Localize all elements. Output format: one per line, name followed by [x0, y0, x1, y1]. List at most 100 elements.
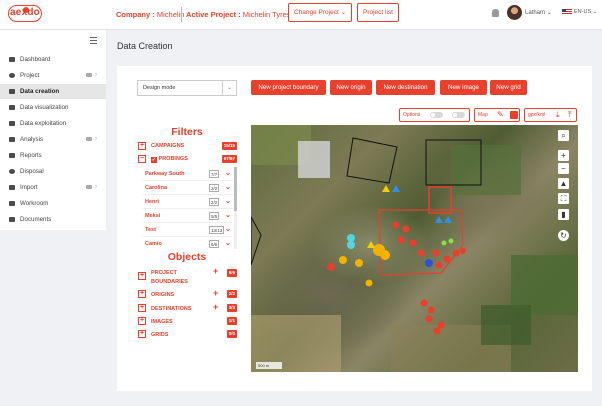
chevron-right-icon: › [95, 184, 97, 190]
data-creation-icon [9, 89, 15, 94]
options-toggle-2[interactable] [452, 112, 465, 118]
gpx-control: gpx/kml ⤓ ⤒ [524, 108, 577, 122]
expand-icon[interactable]: + [138, 142, 146, 150]
probings-count-badge: 67/67 [221, 155, 237, 163]
fullscreen-icon[interactable]: ⛶ [558, 193, 569, 204]
sidebar-item-reports[interactable]: Reports [0, 148, 106, 163]
upload-icon[interactable]: ⤒ [568, 111, 576, 119]
chevron-down-icon[interactable]: ⌄ [225, 239, 231, 247]
sidebar-item-data-exploitation[interactable]: Data exploitation [0, 116, 106, 131]
gpx-label: gpx/kml [528, 112, 546, 118]
layers-icon [86, 137, 92, 141]
company-info: Company : Michelin [116, 10, 184, 19]
add-origin-icon[interactable]: + [213, 288, 218, 298]
probings-filter-row[interactable]: − ✓ PROBINGS 67/67 [137, 155, 237, 165]
grids-row[interactable]: + GRIDS 0/0 [137, 330, 237, 340]
project-list-button[interactable]: Project list [357, 3, 399, 22]
pencil-icon[interactable]: ✎ [497, 111, 505, 119]
sidebar-item-data-creation[interactable]: Data creation [0, 84, 106, 99]
us-flag-icon [562, 9, 572, 15]
image-icon[interactable] [510, 111, 518, 119]
new-grid-button[interactable]: New grid [490, 80, 527, 95]
campaigns-count-badge: 15/15 [221, 142, 237, 150]
user-menu[interactable]: Latham ⌄ [525, 9, 552, 16]
top-bar: aexdo Company : Michelin Active Project … [0, 0, 602, 30]
hamburger-menu-icon[interactable] [90, 37, 97, 46]
list-item[interactable]: Meksi 5/5 ⌄ [143, 210, 233, 223]
sidebar-item-project[interactable]: Project › [0, 68, 106, 83]
map-markers [327, 185, 466, 335]
download-icon[interactable]: ⤓ [556, 111, 564, 119]
chevron-down-icon[interactable]: ⌄ [225, 169, 231, 177]
aexdo-logo[interactable]: aexdo [8, 5, 42, 22]
add-destination-icon[interactable]: + [213, 302, 218, 312]
options-toggle-1[interactable] [430, 112, 443, 118]
reports-icon [9, 153, 15, 158]
header-divider [181, 7, 182, 22]
list-item[interactable]: Carolina 2/2 ⌄ [143, 182, 233, 195]
new-project-boundary-button[interactable]: New project boundary [251, 80, 326, 95]
zoom-out-button[interactable]: − [558, 163, 569, 174]
chevron-down-icon[interactable]: ⌄ [225, 225, 231, 233]
list-item[interactable]: Henri 2/2 ⌄ [143, 196, 233, 209]
expand-icon[interactable]: + [138, 272, 146, 280]
list-item[interactable]: Parkway South 7/7 ⌄ [143, 168, 233, 181]
trash-icon[interactable]: ▮ [558, 209, 569, 220]
list-item[interactable]: Test 13/13 ⌄ [143, 224, 233, 237]
sidebar: Dashboard Project › Data creation Data vi… [0, 30, 106, 230]
chevron-down-icon[interactable]: ⌄ [225, 197, 231, 205]
change-project-button[interactable]: Change Project ⌄ [288, 3, 352, 22]
bell-icon[interactable] [492, 9, 499, 17]
list-item[interactable]: Camio 6/6 ⌄ [143, 238, 233, 249]
destinations-row[interactable]: + DESTINATIONS + 3/3 [137, 302, 237, 314]
sidebar-item-workroom[interactable]: Workroom [0, 196, 106, 211]
campaigns-filter-row[interactable]: + CAMPAIGNS 15/15 [137, 142, 237, 152]
dashboard-icon [9, 57, 15, 62]
satellite-map[interactable]: ⌕ + − ▲ ⛶ ▮ ↻ [251, 125, 578, 372]
sidebar-item-data-visualization[interactable]: Data visualization [0, 100, 106, 115]
sidebar-item-import[interactable]: Import › [0, 180, 106, 195]
project-value: Michelin Tyres [242, 10, 291, 19]
zoom-in-button[interactable]: + [558, 150, 569, 161]
add-project-boundary-icon[interactable]: + [213, 266, 218, 276]
expand-icon[interactable]: + [138, 304, 146, 312]
new-image-button[interactable]: New image [440, 80, 487, 95]
chevron-right-icon: › [95, 136, 97, 142]
workroom-icon [9, 201, 15, 206]
objects-title: Objects [167, 251, 207, 263]
avatar[interactable] [507, 5, 522, 20]
language-select[interactable]: EN-US ⌄ [574, 9, 597, 15]
analysis-icon [9, 137, 15, 142]
map-label: Map [478, 112, 488, 118]
expand-icon[interactable]: + [138, 330, 146, 338]
mode-select[interactable]: Design mode ⌄ [137, 80, 237, 96]
probing-list-scrollbar[interactable] [234, 167, 237, 249]
map-scale: 500 m [256, 362, 282, 369]
compass-icon[interactable]: ▲ [558, 178, 569, 189]
checkbox-checked-icon[interactable]: ✓ [151, 157, 157, 163]
chevron-down-icon[interactable]: ⌄ [225, 211, 231, 219]
options-control: Options [399, 108, 470, 122]
map-overlay [251, 125, 578, 372]
company-label: Company : [116, 10, 155, 19]
expand-icon[interactable]: + [138, 290, 146, 298]
sidebar-item-dashboard[interactable]: Dashboard [0, 52, 106, 67]
project-label: Active Project : [186, 10, 241, 19]
documents-icon [9, 217, 15, 222]
sidebar-item-disposal[interactable]: Disposal [0, 164, 106, 179]
collapse-icon[interactable]: − [138, 155, 146, 163]
layers-icon [86, 73, 92, 77]
probing-list: Parkway South 7/7 ⌄ Carolina 2/2 ⌄ Henri 2/2 ⌄… [143, 167, 238, 249]
expand-icon[interactable]: + [138, 317, 146, 325]
new-destination-button[interactable]: New destination [376, 80, 435, 95]
project-boundaries-row[interactable]: + PROJECT BOUNDARIES + 6/6 [137, 266, 237, 286]
origins-row[interactable]: + ORIGINS + 2/2 [137, 288, 237, 300]
rotate-icon[interactable]: ↻ [558, 230, 569, 241]
images-row[interactable]: + IMAGES 1/1 [137, 317, 237, 327]
chevron-down-icon[interactable]: ⌄ [225, 183, 231, 191]
sidebar-item-documents[interactable]: Documents [0, 212, 106, 227]
map-search-icon[interactable]: ⌕ [558, 130, 569, 141]
chevron-down-icon: ⌄ [222, 81, 236, 95]
sidebar-item-analysis[interactable]: Analysis › [0, 132, 106, 147]
new-origin-button[interactable]: New origin [330, 80, 372, 95]
